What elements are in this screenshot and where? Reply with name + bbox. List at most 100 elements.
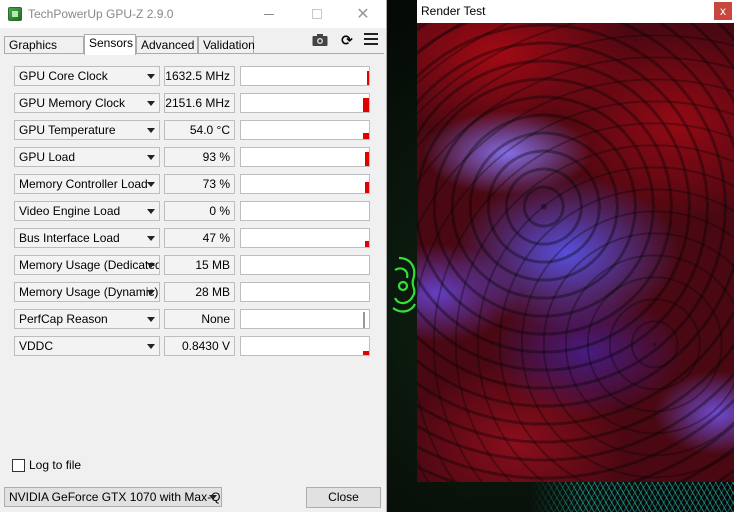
sensor-graph-bar bbox=[367, 71, 369, 85]
chevron-down-icon bbox=[147, 317, 155, 322]
sensor-row: Memory Controller Load 73 % bbox=[14, 174, 374, 194]
log-to-file-checkbox[interactable] bbox=[12, 458, 25, 472]
sensor-row: PerfCap Reason None bbox=[14, 309, 374, 329]
tab-validation[interactable]: Validation bbox=[198, 36, 255, 54]
render-test-close-button[interactable]: x bbox=[714, 2, 732, 20]
sensor-graph-bar bbox=[363, 98, 369, 112]
log-to-file[interactable]: Log to file bbox=[12, 458, 81, 472]
window-title: TechPowerUp GPU-Z 2.9.0 bbox=[28, 7, 174, 21]
sensor-name-dropdown[interactable]: GPU Memory Clock bbox=[14, 93, 160, 113]
minimize-button[interactable] bbox=[246, 0, 292, 28]
sensor-graph bbox=[240, 282, 370, 302]
sensor-row: Memory Usage (Dedicated) 15 MB bbox=[14, 255, 374, 275]
chevron-down-icon bbox=[147, 236, 155, 241]
chevron-down-icon bbox=[147, 290, 155, 295]
sensor-value: 0.8430 V bbox=[164, 336, 235, 356]
sensor-graph-bar bbox=[363, 133, 369, 139]
sensor-graph bbox=[240, 336, 370, 356]
sensor-value: 15 MB bbox=[164, 255, 235, 275]
sensor-row: Video Engine Load 0 % bbox=[14, 201, 374, 221]
sensor-name-label: Bus Interface Load bbox=[19, 231, 120, 245]
sensor-graph bbox=[240, 93, 370, 113]
sensor-value: 0 % bbox=[164, 201, 235, 221]
gpuz-window: TechPowerUp GPU-Z 2.9.0 ✕ Graphics Card … bbox=[0, 0, 387, 512]
close-icon: ✕ bbox=[356, 6, 370, 23]
chevron-down-icon bbox=[147, 155, 155, 160]
sensor-row: VDDC 0.8430 V bbox=[14, 336, 374, 356]
sensor-value: None bbox=[164, 309, 235, 329]
sensor-name-dropdown[interactable]: GPU Temperature bbox=[14, 120, 160, 140]
sensor-graph-bar bbox=[363, 351, 369, 355]
sensor-value: 28 MB bbox=[164, 282, 235, 302]
tab-advanced[interactable]: Advanced bbox=[136, 36, 198, 54]
gpu-select-value: NVIDIA GeForce GTX 1070 with Max-Q D bbox=[9, 490, 222, 504]
tab-sensors[interactable]: Sensors bbox=[84, 34, 136, 55]
sensor-name-label: GPU Memory Clock bbox=[19, 96, 126, 110]
sensor-graph bbox=[240, 66, 370, 86]
sensor-graph bbox=[240, 147, 370, 167]
maximize-icon bbox=[312, 9, 322, 19]
sensor-graph bbox=[240, 201, 370, 221]
render-test-title: Render Test bbox=[421, 4, 486, 18]
render-test-titlebar[interactable]: Render Test x bbox=[417, 0, 734, 23]
sensor-graph bbox=[240, 309, 370, 329]
sensor-row: GPU Temperature 54.0 °C bbox=[14, 120, 374, 140]
sensor-name-label: GPU Core Clock bbox=[19, 69, 108, 83]
chevron-down-icon bbox=[147, 128, 155, 133]
sensor-graph-bar bbox=[365, 241, 369, 247]
refresh-icon[interactable]: ⟳ bbox=[340, 33, 354, 47]
sensor-row: GPU Memory Clock 2151.6 MHz bbox=[14, 93, 374, 113]
sensor-row: GPU Load 93 % bbox=[14, 147, 374, 167]
chevron-down-icon bbox=[147, 263, 155, 268]
sensor-graph bbox=[240, 174, 370, 194]
camera-icon[interactable] bbox=[312, 33, 328, 47]
sensor-name-dropdown[interactable]: PerfCap Reason bbox=[14, 309, 160, 329]
sensor-name-label: Memory Usage (Dynamic) bbox=[19, 285, 159, 299]
close-icon: x bbox=[720, 4, 726, 18]
sensor-name-dropdown[interactable]: GPU Core Clock bbox=[14, 66, 160, 86]
sensor-name-dropdown[interactable]: Video Engine Load bbox=[14, 201, 160, 221]
sensor-graph bbox=[240, 255, 370, 275]
sensor-value: 93 % bbox=[164, 147, 235, 167]
gpuz-app-icon bbox=[8, 7, 22, 21]
sensor-name-label: Memory Controller Load bbox=[19, 177, 148, 191]
sensor-graph-bar bbox=[365, 182, 369, 193]
sensor-name-label: Video Engine Load bbox=[19, 204, 121, 218]
log-to-file-label: Log to file bbox=[29, 458, 82, 472]
maximize-button[interactable] bbox=[294, 0, 340, 28]
chevron-down-icon bbox=[147, 101, 155, 106]
tab-graphics-card[interactable]: Graphics Card bbox=[4, 36, 84, 68]
sensor-name-dropdown[interactable]: Memory Usage (Dynamic) bbox=[14, 282, 160, 302]
sensor-name-label: GPU Load bbox=[19, 150, 76, 164]
chevron-down-icon bbox=[147, 74, 155, 79]
gpu-select-dropdown[interactable]: NVIDIA GeForce GTX 1070 with Max-Q D bbox=[4, 487, 222, 507]
sensor-name-dropdown[interactable]: Bus Interface Load bbox=[14, 228, 160, 248]
gpuz-titlebar[interactable]: TechPowerUp GPU-Z 2.9.0 ✕ bbox=[0, 0, 386, 28]
sensor-name-dropdown[interactable]: VDDC bbox=[14, 336, 160, 356]
sensor-value: 73 % bbox=[164, 174, 235, 194]
sensors-panel: GPU Core Clock 1632.5 MHz GPU Memory Clock… bbox=[4, 54, 384, 478]
sensor-graph-bar bbox=[363, 312, 365, 328]
hamburger-menu-icon[interactable] bbox=[364, 33, 378, 47]
render-canvas bbox=[417, 23, 734, 482]
sensor-name-dropdown[interactable]: Memory Usage (Dedicated) bbox=[14, 255, 160, 275]
sensor-name-dropdown[interactable]: Memory Controller Load bbox=[14, 174, 160, 194]
render-test-window: Render Test x bbox=[417, 0, 734, 482]
sensor-name-label: GPU Temperature bbox=[19, 123, 116, 137]
close-window-button[interactable]: ✕ bbox=[340, 0, 386, 28]
sensor-graph-bar bbox=[365, 152, 369, 166]
minimize-icon bbox=[264, 13, 274, 15]
sensor-value: 1632.5 MHz bbox=[164, 66, 235, 86]
sensor-row: GPU Core Clock 1632.5 MHz bbox=[14, 66, 374, 86]
chevron-down-icon bbox=[147, 209, 155, 214]
close-button[interactable]: Close bbox=[306, 487, 381, 508]
sensor-name-label: Memory Usage (Dedicated) bbox=[19, 258, 160, 272]
sensor-name-label: PerfCap Reason bbox=[19, 312, 108, 326]
sensor-name-dropdown[interactable]: GPU Load bbox=[14, 147, 160, 167]
sensor-value: 47 % bbox=[164, 228, 235, 248]
sensor-row: Memory Usage (Dynamic) 28 MB bbox=[14, 282, 374, 302]
sensor-value: 54.0 °C bbox=[164, 120, 235, 140]
chevron-down-icon bbox=[147, 344, 155, 349]
chevron-down-icon bbox=[147, 182, 155, 187]
sensor-value: 2151.6 MHz bbox=[164, 93, 235, 113]
